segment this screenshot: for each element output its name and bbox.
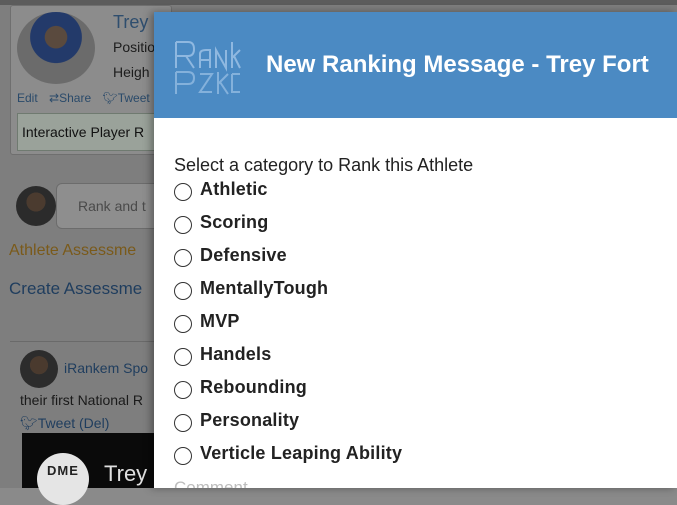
radio-button[interactable] (174, 348, 192, 366)
athlete-assessment-link[interactable]: Athlete Assessme (9, 242, 136, 260)
radio-button[interactable] (174, 381, 192, 399)
media-title: Trey (104, 461, 148, 486)
divider (10, 341, 160, 342)
option-label: Personality (200, 410, 300, 430)
feed-author-avatar (20, 350, 58, 388)
feed-media[interactable]: DME Trey (22, 433, 162, 505)
twitter-icon: 🐦︎ (102, 91, 118, 105)
share-icon: ⇄ (49, 91, 60, 105)
irankem-logo (175, 41, 241, 95)
edit-link[interactable]: Edit (17, 91, 38, 105)
radio-button[interactable] (174, 315, 192, 333)
comment-field[interactable]: Comment (174, 478, 248, 488)
interactive-player-label: Interactive Player R (22, 124, 145, 140)
category-prompt: Select a category to Rank this Athlete (174, 155, 474, 175)
radio-button[interactable] (174, 282, 192, 300)
radio-button[interactable] (174, 183, 192, 201)
radio-button[interactable] (174, 216, 192, 234)
feed-tweet-link[interactable]: 🐦︎Tweet (Del) (20, 415, 109, 432)
profile-actions: Edit ⇄Share 🐦︎Tweet (17, 91, 158, 105)
twitter-icon: 🐦︎ (20, 415, 38, 431)
option-label: MVP (200, 311, 240, 331)
option-label: Rebounding (200, 377, 307, 397)
ranking-modal: New Ranking Message - Trey Fort Select a… (154, 12, 677, 488)
modal-header: New Ranking Message - Trey Fort (154, 12, 677, 118)
share-link[interactable]: ⇄Share (49, 91, 91, 105)
rank-input-placeholder: Rank and t (78, 198, 146, 214)
option-label: Defensive (200, 245, 287, 265)
interactive-player-box[interactable]: Interactive Player R (17, 113, 169, 151)
feed-author[interactable]: iRankem Spo (64, 360, 148, 376)
user-avatar (16, 186, 56, 226)
option-label: MentallyTough (200, 278, 329, 298)
radio-button[interactable] (174, 447, 192, 465)
modal-title: New Ranking Message - Trey Fort (266, 51, 649, 78)
media-logo: DME (37, 453, 89, 505)
position-label: Positio (113, 39, 156, 55)
option-label: Athletic (200, 179, 268, 199)
radio-button[interactable] (174, 249, 192, 267)
height-label: Heigh (113, 64, 150, 80)
option-label: Scoring (200, 212, 269, 232)
feed-text: their first National R (20, 392, 143, 408)
player-avatar (17, 12, 95, 84)
radio-button[interactable] (174, 414, 192, 432)
option-label: Handels (200, 344, 272, 364)
option-label: Verticle Leaping Ability (200, 443, 403, 463)
profile-card: Trey Positio Heigh Edit ⇄Share 🐦︎Tweet I… (10, 5, 172, 155)
player-name[interactable]: Trey (113, 12, 148, 33)
tweet-link[interactable]: 🐦︎Tweet (102, 91, 149, 105)
create-assessment-link[interactable]: Create Assessme (9, 279, 142, 299)
